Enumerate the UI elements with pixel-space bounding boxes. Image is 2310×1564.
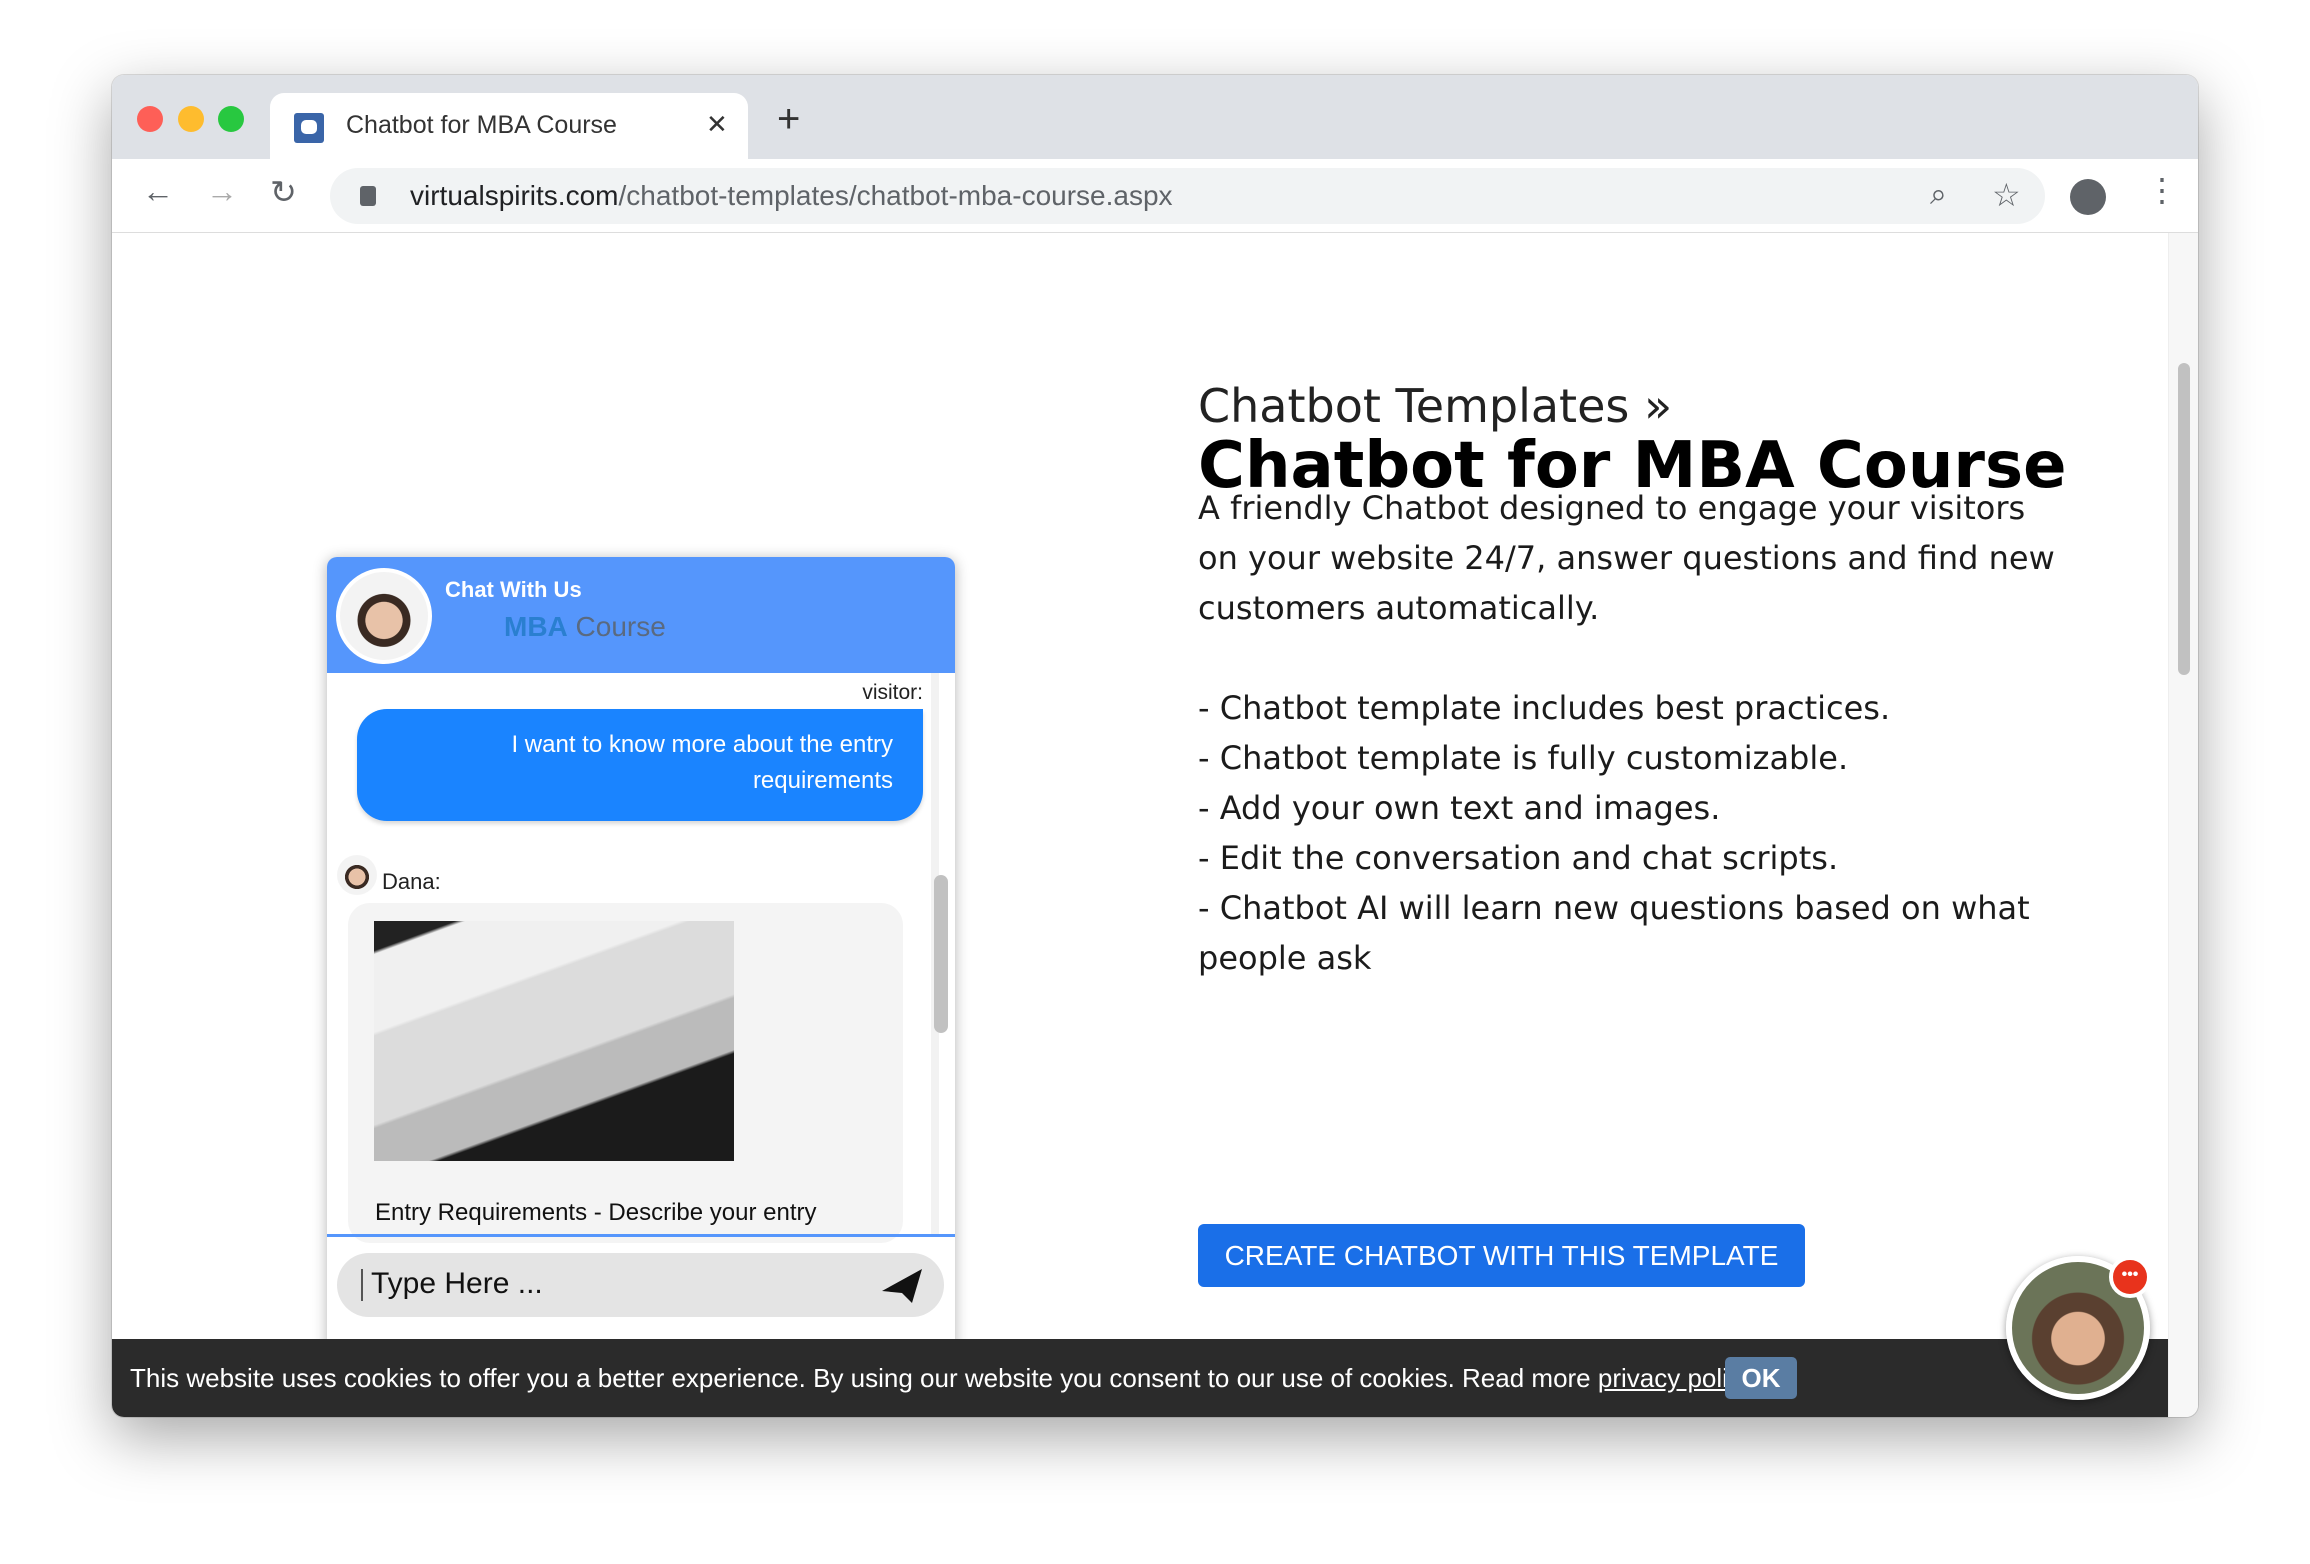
url-text: virtualspirits.com/chatbot-templates/cha… — [410, 180, 1173, 211]
chat-messages: visitor: I want to know more about the e… — [327, 673, 939, 1243]
visitor-message: I want to know more about the entry requ… — [357, 709, 923, 821]
minimize-window-button[interactable] — [178, 106, 204, 132]
chat-header-subtitle: MBA Course — [504, 611, 666, 642]
divider — [327, 1234, 955, 1237]
agent-avatar — [336, 568, 432, 664]
feature-list: - Chatbot template includes best practic… — [1198, 683, 2058, 983]
new-tab-button[interactable]: + — [777, 97, 800, 142]
page-description: A friendly Chatbot designed to engage yo… — [1198, 489, 2055, 627]
message-placeholder: Type Here ... — [371, 1267, 543, 1300]
maximize-window-button[interactable] — [218, 106, 244, 132]
close-tab-icon[interactable]: ✕ — [706, 109, 728, 140]
tab-bar: Chatbot for MBA Course ✕ + — [112, 75, 2198, 161]
cookie-ok-button[interactable]: OK — [1725, 1357, 1797, 1399]
message-input[interactable]: Type Here ... — [337, 1253, 944, 1317]
menu-icon[interactable]: ⋮ — [2146, 171, 2178, 209]
book-glasses-image — [374, 921, 734, 1161]
cookie-text: This website uses cookies to offer you a… — [130, 1363, 1754, 1393]
address-bar[interactable]: virtualspirits.com/chatbot-templates/cha… — [330, 168, 2045, 224]
tab-chatbot-mba[interactable]: Chatbot for MBA Course ✕ — [270, 93, 748, 161]
chat-header: Chat With Us MBA Course — [327, 557, 955, 673]
create-chatbot-button[interactable]: CREATE CHATBOT WITH THIS TEMPLATE — [1198, 1224, 1805, 1287]
browser-window: Chatbot for MBA Course ✕ + ← → ↻ virtual… — [112, 75, 2198, 1417]
chat-scrollbar-thumb[interactable] — [934, 875, 948, 1033]
feature-item: - Chatbot AI will learn new questions ba… — [1198, 889, 2030, 977]
text-cursor — [361, 1269, 363, 1301]
visitor-label: visitor: — [862, 681, 923, 704]
close-window-button[interactable] — [137, 106, 163, 132]
chat-bubble-icon[interactable]: ••• — [2109, 1256, 2151, 1298]
breadcrumb[interactable]: Chatbot Templates » — [1198, 379, 1672, 433]
page-content: Chat With Us MBA Course visitor: I want … — [112, 233, 2168, 1417]
profile-icon[interactable] — [2070, 179, 2106, 215]
tab-title: Chatbot for MBA Course — [346, 111, 617, 139]
feature-item: - Add your own text and images. — [1198, 789, 1721, 827]
page-scrollbar-thumb[interactable] — [2178, 363, 2190, 675]
agent-message-text: Entry Requirements - Describe your entry — [375, 1199, 817, 1226]
feature-item: - Edit the conversation and chat scripts… — [1198, 839, 1839, 877]
forward-icon[interactable]: → — [206, 173, 238, 210]
zoom-icon[interactable]: ⌕ — [1930, 178, 1947, 212]
star-icon[interactable]: ☆ — [1992, 176, 2021, 214]
agent-name: Dana: — [382, 869, 441, 894]
agent-message: Entry Requirements - Describe your entry — [348, 903, 903, 1243]
chat-header-title: Chat With Us — [445, 577, 582, 602]
feature-item: - Chatbot template includes best practic… — [1198, 689, 1891, 727]
lock-icon — [360, 186, 376, 206]
page-scrollbar[interactable] — [2168, 233, 2198, 1417]
robot-favicon-icon — [294, 113, 324, 143]
dana-avatar — [337, 855, 377, 895]
back-icon[interactable]: ← — [142, 173, 174, 210]
cookie-bar: This website uses cookies to offer you a… — [112, 1339, 2168, 1417]
chat-widget: Chat With Us MBA Course visitor: I want … — [327, 557, 955, 1401]
reload-icon[interactable]: ↻ — [270, 173, 297, 211]
send-icon[interactable] — [882, 1269, 922, 1303]
toolbar: ← → ↻ virtualspirits.com/chatbot-templat… — [112, 159, 2198, 233]
feature-item: - Chatbot template is fully customizable… — [1198, 739, 1849, 777]
